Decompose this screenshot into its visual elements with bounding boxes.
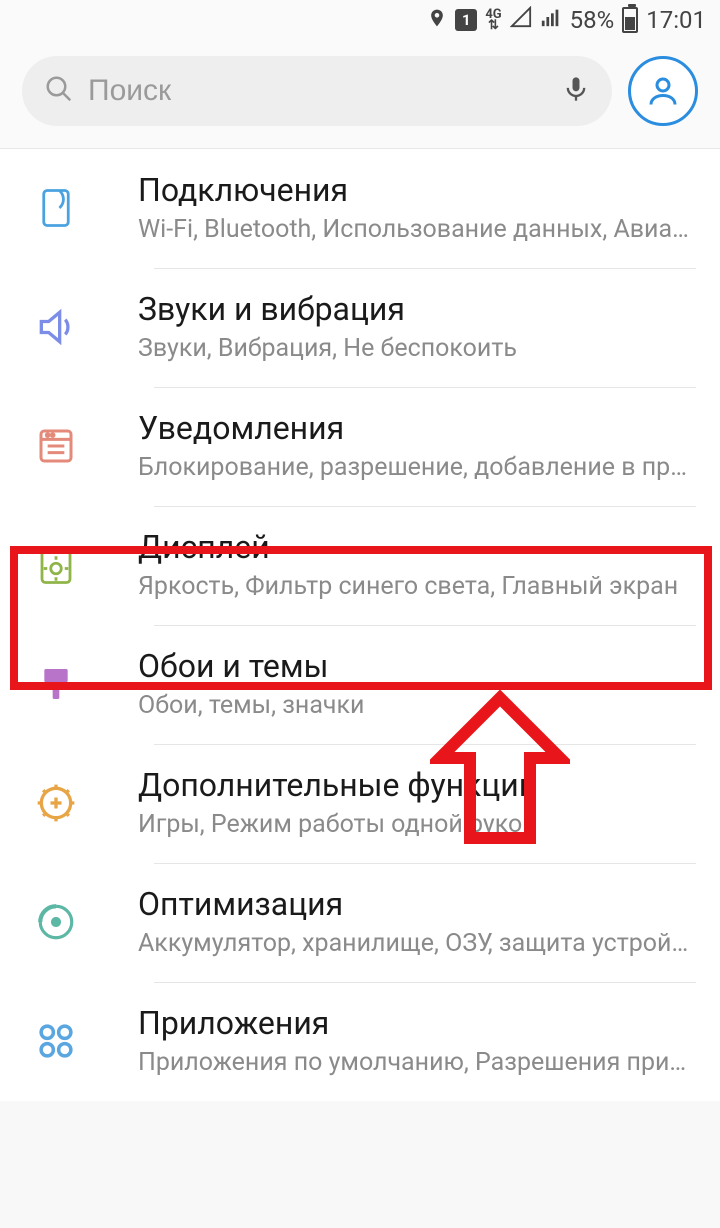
row-subtitle: Обои, темы, значки (138, 691, 696, 720)
row-title: Уведомления (138, 409, 696, 447)
row-display[interactable]: Дисплей Яркость, Фильтр синего света, Гл… (0, 506, 720, 625)
sound-icon (32, 303, 80, 351)
row-subtitle: Приложения по умолчанию, Разрешения прил… (138, 1048, 696, 1077)
signal-icon-2 (540, 6, 562, 34)
status-bar: 1 4G ⇅ 58% 17:01 (0, 0, 720, 40)
row-subtitle: Блокирование, разрешение, добавление в п… (138, 453, 696, 482)
row-advanced[interactable]: Дополнительные функции Игры, Режим работ… (0, 744, 720, 863)
connections-icon (32, 184, 80, 232)
search-input[interactable] (88, 74, 548, 108)
row-subtitle: Wi-Fi, Bluetooth, Использование данных, … (138, 215, 696, 244)
row-maintenance[interactable]: Оптимизация Аккумулятор, хранилище, ОЗУ,… (0, 863, 720, 982)
row-subtitle: Яркость, Фильтр синего света, Главный эк… (138, 572, 696, 601)
display-icon (32, 541, 80, 589)
search-box[interactable] (22, 56, 612, 126)
gear-plus-icon (32, 779, 80, 827)
mic-icon[interactable] (562, 75, 590, 107)
notifications-icon (32, 422, 80, 470)
row-title: Дисплей (138, 528, 696, 566)
settings-list: Подключения Wi-Fi, Bluetooth, Использова… (0, 148, 720, 1101)
battery-percent: 58% (570, 6, 615, 34)
row-subtitle: Игры, Режим работы одной рукой (138, 810, 696, 839)
clock: 17:01 (646, 6, 706, 34)
battery-icon (622, 7, 638, 33)
signal-icon-1 (510, 6, 532, 34)
optimize-icon (32, 898, 80, 946)
row-title: Дополнительные функции (138, 766, 696, 804)
row-wallpapers[interactable]: Обои и темы Обои, темы, значки (0, 625, 720, 744)
row-sounds[interactable]: Звуки и вибрация Звуки, Вибрация, Не бес… (0, 268, 720, 387)
row-apps[interactable]: Приложения Приложения по умолчанию, Разр… (0, 982, 720, 1101)
network-type: 4G ⇅ (485, 9, 501, 31)
row-title: Приложения (138, 1004, 696, 1042)
row-title: Звуки и вибрация (138, 290, 696, 328)
row-title: Обои и темы (138, 647, 696, 685)
search-icon (44, 74, 74, 108)
sim-indicator: 1 (455, 9, 477, 31)
row-title: Оптимизация (138, 885, 696, 923)
account-button[interactable] (628, 56, 698, 126)
location-icon (427, 6, 447, 34)
row-notifications[interactable]: Уведомления Блокирование, разрешение, до… (0, 387, 720, 506)
row-title: Подключения (138, 171, 696, 209)
apps-icon (32, 1017, 80, 1065)
search-row (0, 40, 720, 148)
row-connections[interactable]: Подключения Wi-Fi, Bluetooth, Использова… (0, 149, 720, 268)
brush-icon (32, 660, 80, 708)
row-subtitle: Аккумулятор, хранилище, ОЗУ, защита устр… (138, 929, 696, 958)
row-subtitle: Звуки, Вибрация, Не беспокоить (138, 334, 696, 363)
